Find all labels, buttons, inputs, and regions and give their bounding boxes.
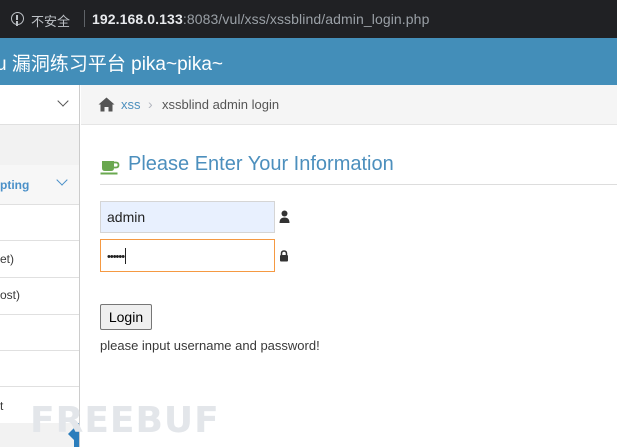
sidebar-item-xss[interactable]: pting	[0, 165, 79, 205]
chevron-down-icon	[57, 95, 69, 107]
sidebar-subitem[interactable]	[0, 205, 79, 241]
breadcrumb-link-xss[interactable]: xss	[121, 97, 141, 112]
text-caret	[125, 248, 127, 265]
username-field[interactable]: admin	[100, 201, 275, 233]
url-field[interactable]: 192.168.0.133:8083/vul/xss/xssblind/admi…	[92, 11, 429, 27]
coffee-icon	[100, 161, 120, 175]
form-heading: Please Enter Your Information	[100, 153, 617, 185]
sidebar-item-label: t	[0, 399, 4, 413]
sidebar: pting et) ost) t	[0, 85, 80, 447]
breadcrumb-current: xssblind admin login	[162, 97, 280, 112]
url-host: 192.168.0.133	[92, 11, 183, 27]
sidebar-item-0[interactable]	[0, 85, 79, 125]
chevron-down-icon	[56, 174, 68, 186]
sidebar-subitem[interactable]: ost)	[0, 278, 79, 315]
home-icon[interactable]	[98, 97, 115, 112]
security-label[interactable]: 不安全	[31, 11, 70, 30]
site-title[interactable]: u 漏洞练习平台 pika~pika~	[0, 49, 223, 76]
sidebar-item-label: pting	[0, 178, 30, 192]
divider	[84, 10, 85, 27]
breadcrumb: xss › xssblind admin login	[81, 85, 617, 125]
login-button[interactable]: Login	[100, 304, 152, 330]
password-field[interactable]: ••••••	[100, 239, 275, 272]
site-header: u 漏洞练习平台 pika~pika~	[0, 38, 617, 85]
password-mask: ••••••	[107, 251, 125, 263]
user-icon	[279, 210, 290, 223]
sidebar-subitem[interactable]	[0, 315, 79, 351]
sidebar-subitem[interactable]	[0, 351, 79, 387]
browser-address-bar: 不安全 192.168.0.133:8083/vul/xss/xssblind/…	[0, 0, 617, 38]
not-secure-icon[interactable]	[11, 12, 24, 25]
sidebar-item-label: ost)	[0, 288, 21, 302]
url-path: :8083/vul/xss/xssblind/admin_login.php	[182, 11, 430, 27]
login-hint: please input username and password!	[100, 338, 320, 353]
sidebar-item-label: et)	[0, 252, 15, 266]
breadcrumb-separator: ›	[148, 96, 153, 112]
sidebar-subitem[interactable]: et)	[0, 241, 79, 278]
watermark: FREEBUF	[30, 400, 220, 441]
form-heading-title: Please Enter Your Information	[128, 153, 394, 175]
lock-icon	[280, 250, 288, 262]
